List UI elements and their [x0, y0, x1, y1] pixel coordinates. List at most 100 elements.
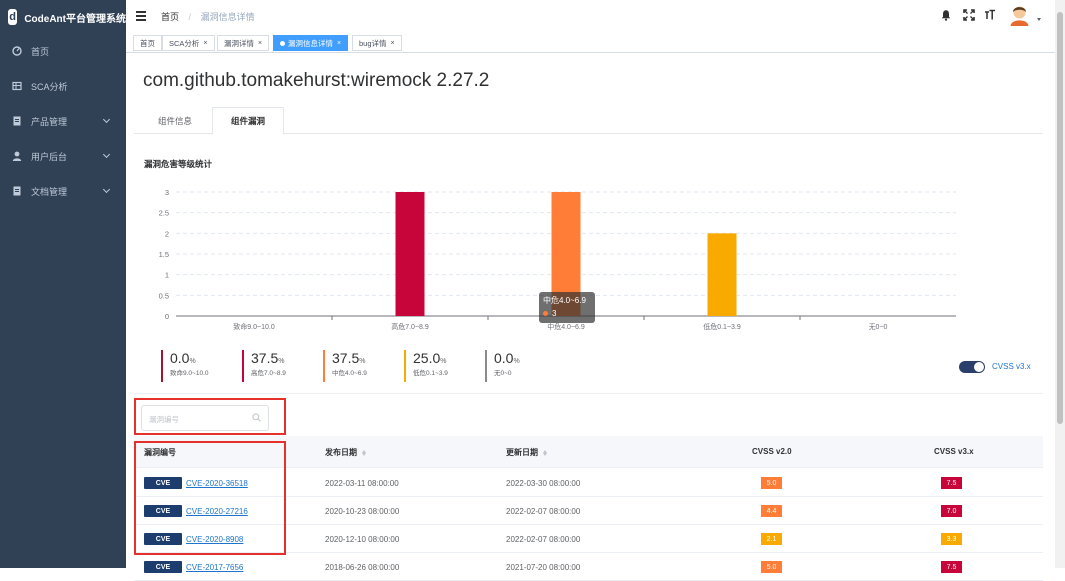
- breadcrumb-current: 漏洞信息详情: [200, 12, 255, 22]
- close-icon[interactable]: ×: [337, 40, 341, 47]
- tag-bug-detail[interactable]: bug详情 ×: [352, 35, 402, 51]
- switch-knob: [974, 362, 984, 372]
- chart-section-title: 漏洞危害等级统计: [144, 159, 213, 169]
- cvss-version-label[interactable]: CVSS v3.x: [992, 362, 1031, 371]
- chart-tooltip: 中危4.0~6.9 3: [539, 292, 595, 323]
- updated-date: 2022-03-30 08:00:00: [506, 479, 581, 488]
- stat-low: 25.0% 低危0.1~3.9: [404, 350, 448, 382]
- stat-label: 致命9.0~10.0: [170, 370, 209, 377]
- stat-unit: %: [359, 358, 366, 365]
- main-content: com.github.tomakehurst:wiremock 2.27.2 组…: [126, 54, 1055, 581]
- document-icon: [13, 116, 21, 126]
- tab-component-vulns[interactable]: 组件漏洞: [212, 107, 284, 135]
- stat-label: 无0~0: [494, 370, 512, 377]
- tab-component-info[interactable]: 组件信息: [138, 107, 212, 134]
- sidebar-item-label: 文档管理: [31, 186, 68, 197]
- column-header-published[interactable]: 发布日期: [325, 447, 367, 458]
- active-dot-icon: [280, 40, 285, 46]
- caret-down-icon[interactable]: [1037, 18, 1041, 23]
- close-icon[interactable]: ×: [258, 40, 262, 47]
- list-icon: [12, 81, 22, 91]
- column-header-cvss2: CVSS v2.0: [752, 447, 792, 456]
- stat-medium: 37.5% 中危4.0~6.9: [323, 350, 367, 382]
- tag-label: SCA分析: [169, 38, 200, 48]
- stat-unit: %: [513, 358, 520, 365]
- published-date: 2020-12-10 08:00:00: [325, 535, 400, 544]
- stat-value: 37.5: [251, 350, 279, 366]
- x-tick-label: 高危7.0~8.9: [391, 322, 429, 331]
- close-icon[interactable]: ×: [391, 40, 395, 47]
- stat-unit: %: [440, 358, 447, 365]
- cvss2-score: 5.0: [761, 477, 782, 489]
- tag-sca[interactable]: SCA分析 ×: [162, 35, 215, 51]
- sidebar-item-home[interactable]: 首页: [0, 36, 126, 66]
- stat-value: 0.0: [170, 350, 190, 366]
- sort-icon[interactable]: [542, 448, 548, 456]
- user-icon: [12, 151, 22, 161]
- stat-unit: %: [278, 358, 285, 365]
- stat-unit: %: [189, 358, 196, 365]
- y-tick-label: 1: [165, 271, 169, 280]
- sidebar-item-label: SCA分析: [31, 81, 68, 92]
- avatar[interactable]: [1009, 4, 1030, 26]
- scrollbar-thumb[interactable]: [1057, 12, 1063, 424]
- published-date: 2020-10-23 08:00:00: [325, 507, 400, 516]
- document-icon: [13, 186, 21, 196]
- app-logo[interactable]: d CodeAnt平台管理系统: [0, 0, 126, 34]
- sidebar-item-sca[interactable]: SCA分析: [0, 71, 126, 101]
- sidebar-item-docs[interactable]: 文档管理: [0, 176, 126, 206]
- top-navbar: 首页 / 漏洞信息详情: [126, 0, 1055, 33]
- stat-value: 37.5: [332, 350, 360, 366]
- app-name: CodeAnt平台管理系统: [24, 13, 126, 25]
- cvss3-score: 3.3: [941, 533, 962, 545]
- tooltip-value: 3: [552, 309, 557, 318]
- column-header-label: 发布日期: [325, 448, 357, 457]
- breadcrumb-home[interactable]: 首页: [161, 12, 179, 22]
- cvss-version-switch[interactable]: [959, 361, 985, 373]
- tooltip-marker-icon: [543, 311, 548, 316]
- font-size-icon[interactable]: [984, 9, 996, 21]
- hamburger-icon[interactable]: [136, 11, 146, 21]
- sidebar-item-label: 首页: [31, 46, 50, 57]
- tag-home[interactable]: 首页: [133, 35, 162, 51]
- sidebar-item-label: 用户后台: [31, 151, 68, 162]
- page-scrollbar[interactable]: [1055, 0, 1065, 568]
- cvss3-score: 7.5: [941, 477, 962, 489]
- y-tick-label: 2.5: [159, 209, 169, 218]
- published-date: 2022-03-11 08:00:00: [325, 479, 399, 488]
- chevron-down-icon: [102, 150, 111, 159]
- column-header-cvss3: CVSS v3.x: [934, 447, 974, 456]
- close-icon[interactable]: ×: [203, 40, 207, 47]
- logo-icon: d: [8, 9, 18, 25]
- bar: [707, 233, 737, 316]
- stat-value: 25.0: [413, 350, 441, 366]
- sidebar: d CodeAnt平台管理系统 首页 SCA分析 产品管理 用户后台 文档管理: [0, 0, 126, 568]
- breadcrumb-separator: /: [188, 12, 192, 22]
- y-tick-label: 2: [165, 229, 169, 238]
- cvss2-score: 2.1: [761, 533, 782, 545]
- tag-vuln-detail[interactable]: 漏洞详情 ×: [217, 35, 270, 51]
- sidebar-item-label: 产品管理: [31, 116, 68, 127]
- sidebar-item-users[interactable]: 用户后台: [0, 141, 126, 171]
- dashboard-icon: [12, 46, 22, 56]
- fullscreen-icon[interactable]: [963, 9, 975, 21]
- tag-label: 漏洞详情: [224, 38, 254, 48]
- x-tick-label: 致命9.0~10.0: [233, 322, 275, 331]
- sort-icon[interactable]: [361, 448, 367, 456]
- bell-icon[interactable]: [940, 9, 952, 21]
- tag-label: bug详情: [359, 38, 387, 48]
- updated-date: 2022-02-07 08:00:00: [506, 507, 581, 516]
- stat-value: 0.0: [494, 350, 514, 366]
- updated-date: 2022-02-07 08:00:00: [506, 535, 581, 544]
- cvss3-score: 7.5: [941, 561, 962, 573]
- x-tick-label: 无0~0: [869, 323, 888, 331]
- stat-high: 37.5% 高危7.0~8.9: [242, 350, 286, 382]
- column-header-updated[interactable]: 更新日期: [506, 447, 548, 458]
- sidebar-item-products[interactable]: 产品管理: [0, 106, 126, 136]
- tooltip-title: 中危4.0~6.9: [543, 296, 586, 305]
- cvss2-score: 5.0: [761, 561, 782, 573]
- highlight-box-search: [134, 398, 286, 435]
- table-row: CVE CVE-2017-7656 2018-06-26 08:00:00 20…: [134, 553, 1043, 581]
- tag-label: 漏洞信息详情: [288, 38, 333, 48]
- tag-vuln-info-detail[interactable]: 漏洞信息详情 ×: [273, 35, 349, 51]
